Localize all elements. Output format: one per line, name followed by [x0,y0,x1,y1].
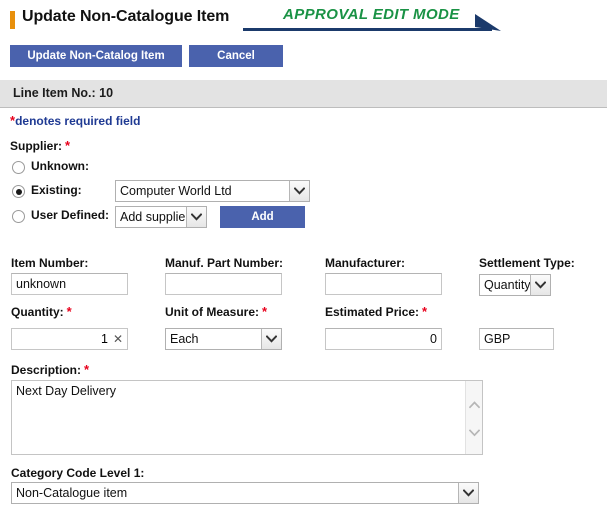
unit-of-measure-select-value: Each [166,329,261,349]
unit-of-measure-select[interactable]: Each [165,328,282,350]
settlement-type-select[interactable]: Quantity [479,274,551,296]
approval-edit-mode-banner: Approval Edit Mode [283,6,460,23]
quantity-required-asterisk-icon: * [66,304,72,319]
chevron-down-icon [458,483,478,503]
update-non-catalog-item-button[interactable]: Update Non-Catalog Item [10,45,182,67]
quantity-input[interactable]: 1 ✕ [11,328,128,350]
user-defined-supplier-select[interactable]: Add supplier [115,206,207,228]
item-number-input[interactable] [11,273,128,295]
existing-supplier-select[interactable]: Computer World Ltd [115,180,310,202]
manuf-part-number-input[interactable] [165,273,282,295]
description-label: Description: * [11,362,90,377]
supplier-radio-user-defined[interactable] [12,210,25,223]
supplier-radio-unknown[interactable] [12,161,25,174]
line-item-number-label: Line Item No.: 10 [13,86,114,100]
cancel-button[interactable]: Cancel [189,45,283,67]
description-textarea-value: Next Day Delivery [16,384,117,398]
chevron-down-icon [530,275,550,295]
description-textarea[interactable]: Next Day Delivery [11,380,483,455]
unit-of-measure-required-asterisk-icon: * [262,304,268,319]
manufacturer-input[interactable] [325,273,442,295]
chevron-down-icon [289,181,309,201]
estimated-price-label: Estimated Price: * [325,304,428,319]
mode-banner-rule [243,28,492,31]
supplier-option-label-user-defined: User Defined: [31,208,110,222]
clear-icon[interactable]: ✕ [113,332,123,346]
add-supplier-button[interactable]: Add [220,206,305,228]
existing-supplier-select-value: Computer World Ltd [116,181,289,201]
user-defined-supplier-select-value: Add supplier [116,207,186,227]
supplier-option-label-unknown: Unknown: [31,159,89,173]
category-code-level-1-label: Category Code Level 1: [11,466,145,480]
scroll-up-icon[interactable] [466,401,482,409]
unit-of-measure-label: Unit of Measure: * [165,304,268,319]
required-field-note-text: denotes required field [15,114,141,128]
manufacturer-label: Manufacturer: [325,256,406,270]
chevron-down-icon [186,207,206,227]
page-header: Update Non-Catalogue Item Approval Edit … [0,0,607,38]
required-field-note: *denotes required field [10,113,140,128]
supplier-radio-existing[interactable] [12,185,25,198]
description-scrollbar[interactable] [465,381,482,454]
currency-input[interactable] [479,328,554,350]
supplier-label: Supplier: * [10,138,71,153]
settlement-type-select-value: Quantity [480,275,530,295]
page-title: Update Non-Catalogue Item [22,8,230,25]
supplier-required-asterisk-icon: * [65,138,71,153]
settlement-type-label: Settlement Type: [479,256,575,270]
scroll-down-icon[interactable] [466,429,482,437]
description-required-asterisk-icon: * [84,362,90,377]
quantity-label: Quantity: * [11,304,72,319]
estimated-price-input[interactable] [325,328,442,350]
title-accent-bar [10,11,15,29]
quantity-value: 1 [100,332,108,346]
category-code-level-1-select[interactable]: Non-Catalogue item [11,482,479,504]
supplier-option-label-existing: Existing: [31,183,82,197]
line-item-bar: Line Item No.: 10 [0,80,607,108]
chevron-down-icon [261,329,281,349]
manuf-part-number-label: Manuf. Part Number: [165,256,284,270]
estimated-price-required-asterisk-icon: * [422,304,428,319]
category-code-level-1-select-value: Non-Catalogue item [12,483,458,503]
item-number-label: Item Number: [11,256,89,270]
